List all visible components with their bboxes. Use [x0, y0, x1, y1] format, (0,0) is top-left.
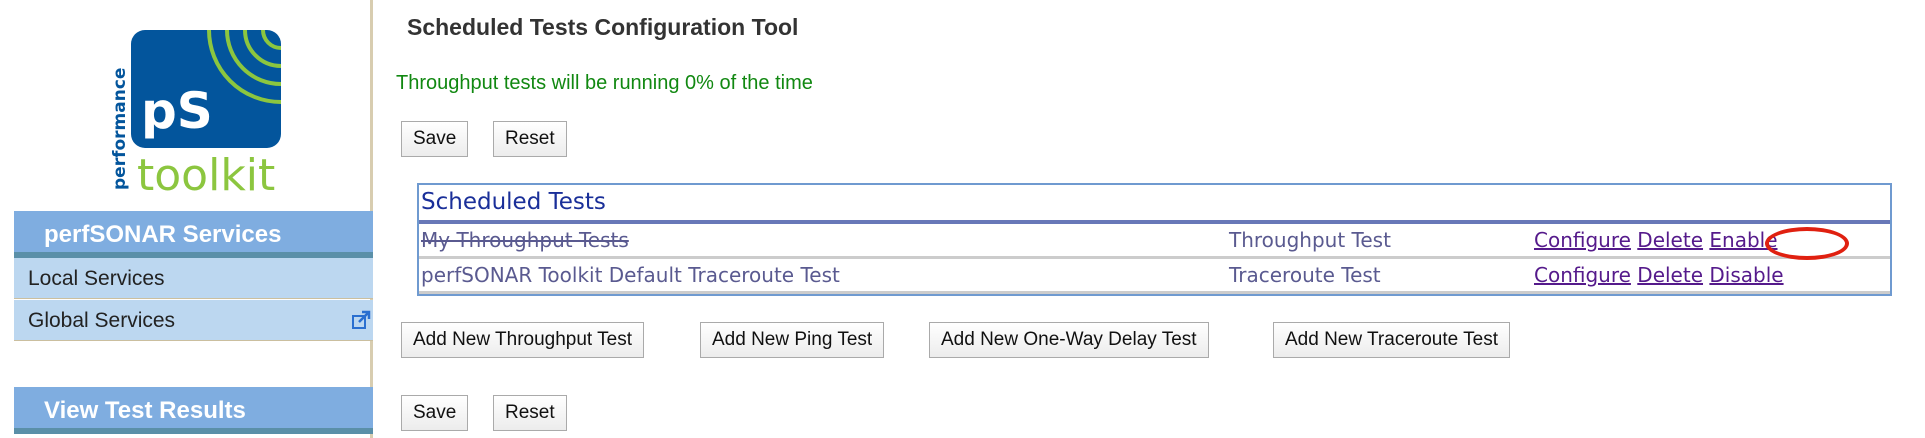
test-name: perfSONAR Toolkit Default Traceroute Tes…: [421, 263, 840, 287]
table-title: Scheduled Tests: [419, 185, 1890, 224]
table-row: perfSONAR Toolkit Default Traceroute Tes…: [419, 259, 1890, 294]
svg-text:toolkit: toolkit: [137, 150, 275, 192]
sidebar-section-view-test-results: View Test Results: [14, 387, 373, 434]
sidebar-item-label: Local Services: [28, 267, 165, 290]
table-row: My Throughput Tests Throughput Test Conf…: [419, 224, 1890, 260]
configure-link[interactable]: Configure: [1534, 228, 1631, 252]
add-traceroute-test-button[interactable]: Add New Traceroute Test: [1273, 322, 1510, 358]
reset-button[interactable]: Reset: [493, 121, 567, 157]
save-button[interactable]: Save: [401, 121, 469, 157]
add-ping-test-button[interactable]: Add New Ping Test: [700, 322, 885, 358]
svg-text:performance: performance: [110, 68, 130, 190]
add-one-way-delay-test-button[interactable]: Add New One-Way Delay Test: [929, 322, 1209, 358]
disable-link[interactable]: Disable: [1709, 263, 1783, 287]
test-type: Traceroute Test: [1229, 263, 1381, 287]
save-button-bottom[interactable]: Save: [401, 395, 469, 431]
reset-button-bottom[interactable]: Reset: [493, 395, 567, 431]
sidebar-item-global-services[interactable]: Global Services: [14, 300, 373, 341]
page-title: Scheduled Tests Configuration Tool: [407, 14, 799, 40]
configure-link[interactable]: Configure: [1534, 263, 1631, 287]
external-link-icon: [352, 310, 371, 329]
sidebar-section-perfsonar-services: perfSONAR Services: [14, 211, 373, 258]
test-name: My Throughput Tests: [421, 228, 629, 252]
status-message: Throughput tests will be running 0% of t…: [396, 72, 813, 94]
scheduled-tests-table: Scheduled Tests My Throughput Tests Thro…: [417, 183, 1892, 296]
svg-text:pS: pS: [141, 82, 213, 140]
sidebar-item-label: Global Services: [28, 309, 176, 332]
sidebar-item-local-services[interactable]: Local Services: [14, 258, 373, 299]
test-type: Throughput Test: [1229, 228, 1391, 252]
perfsonar-toolkit-logo: pS toolkit performance: [110, 30, 281, 192]
delete-link[interactable]: Delete: [1637, 263, 1703, 287]
sidebar: pS toolkit performance perfSONAR Service…: [0, 0, 373, 438]
highlight-circle: [1765, 227, 1849, 260]
delete-link[interactable]: Delete: [1637, 228, 1703, 252]
add-throughput-test-button[interactable]: Add New Throughput Test: [401, 322, 644, 358]
